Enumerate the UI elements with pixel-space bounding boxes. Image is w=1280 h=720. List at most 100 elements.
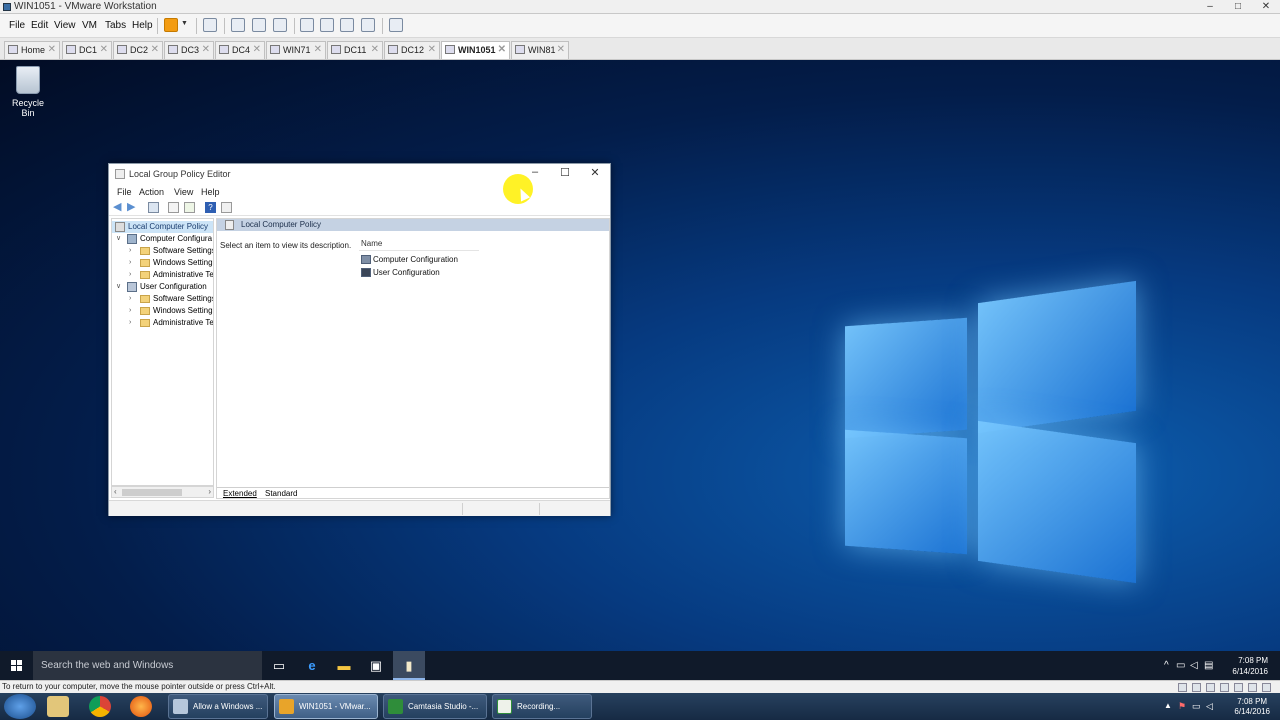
show-hide-tree-icon[interactable] (148, 202, 159, 213)
tab-dc1[interactable]: DC1 ✕ (62, 41, 112, 59)
show-action-pane-icon[interactable] (221, 202, 232, 213)
close-icon[interactable]: ✕ (498, 42, 506, 58)
show-hidden-icons-icon[interactable]: ▲ (1164, 701, 1172, 710)
full-screen-icon[interactable] (340, 18, 354, 32)
network-icon[interactable]: ▭ (1176, 660, 1185, 671)
start-button[interactable] (0, 651, 33, 680)
host-start-orb-icon[interactable] (4, 694, 36, 719)
properties-icon[interactable] (168, 202, 179, 213)
display-icon[interactable] (1262, 683, 1271, 692)
show-hidden-icons-icon[interactable]: ^ (1164, 660, 1169, 671)
chevron-down-icon[interactable]: ▼ (181, 20, 188, 27)
tab-dc2[interactable]: DC2 ✕ (113, 41, 163, 59)
gpe-menu-help[interactable]: Help (201, 187, 220, 197)
gpe-menu-view[interactable]: View (174, 187, 193, 197)
edge-browser-icon[interactable]: e (296, 651, 328, 680)
vmware-menu-tabs[interactable]: Tabs (105, 20, 126, 31)
snapshot-manager-icon[interactable] (273, 18, 287, 32)
gpe-titlebar[interactable]: Local Group Policy Editor – ☐ ✕ (109, 164, 610, 184)
host-task-button[interactable]: Recording... (492, 694, 592, 719)
send-ctrl-alt-del-icon[interactable] (203, 18, 217, 32)
action-center-icon[interactable]: ▤ (1204, 660, 1213, 671)
close-icon[interactable]: ✕ (202, 42, 210, 58)
expand-chevron-icon[interactable]: › (129, 305, 137, 317)
gpe-close-button[interactable]: ✕ (580, 166, 610, 182)
volume-icon[interactable]: ◁ (1190, 660, 1198, 671)
tab-dc4[interactable]: DC4 ✕ (215, 41, 265, 59)
pause-icon[interactable] (164, 18, 178, 32)
tab-win71[interactable]: WIN71 ✕ (266, 41, 326, 59)
tab-extended[interactable]: Extended (223, 489, 257, 498)
close-icon[interactable]: ✕ (151, 42, 159, 58)
gpe-menu-action[interactable]: Action (139, 187, 164, 197)
group-policy-editor-taskbar-icon[interactable]: ▮ (393, 651, 425, 680)
vmware-maximize-button[interactable]: □ (1224, 0, 1252, 14)
vmware-menu-vm[interactable]: VM (82, 20, 97, 31)
collapse-chevron-icon[interactable]: ∨ (116, 281, 124, 293)
host-task-button[interactable]: WIN1051 - VMwar... (274, 694, 378, 719)
file-explorer-icon[interactable]: ▬ (328, 651, 360, 680)
vmware-close-button[interactable]: ✕ (1252, 0, 1280, 14)
scroll-left-icon[interactable]: ‹ (114, 487, 117, 496)
close-icon[interactable]: ✕ (253, 42, 261, 58)
revert-snapshot-icon[interactable] (252, 18, 266, 32)
tab-win81[interactable]: WIN81 ✕ (511, 41, 569, 59)
thumbnail-bar-icon[interactable] (320, 18, 334, 32)
close-icon[interactable]: ✕ (428, 42, 436, 58)
tab-dc12[interactable]: DC12 ✕ (384, 41, 440, 59)
cd-drive-icon[interactable] (1192, 683, 1201, 692)
column-header-name[interactable]: Name (361, 239, 382, 248)
list-item[interactable]: User Configuration (361, 268, 440, 278)
expand-chevron-icon[interactable]: › (129, 317, 137, 329)
list-item[interactable]: Computer Configuration (361, 255, 458, 265)
vmware-minimize-button[interactable]: – (1196, 0, 1224, 14)
network-adapter-icon[interactable] (1206, 683, 1215, 692)
sound-card-icon[interactable] (1234, 683, 1243, 692)
help-icon[interactable]: ? (205, 202, 216, 213)
store-icon[interactable]: ▣ (360, 651, 392, 680)
scrollbar-thumb[interactable] (122, 489, 182, 496)
vmware-menu-file[interactable]: File (9, 20, 25, 31)
collapse-chevron-icon[interactable]: ∨ (116, 233, 124, 245)
recycle-bin[interactable]: Recycle Bin (6, 66, 50, 118)
flag-icon[interactable]: ⚑ (1178, 701, 1186, 712)
hard-disk-icon[interactable] (1178, 683, 1187, 692)
forward-arrow-icon[interactable]: ▶ (127, 202, 138, 213)
back-arrow-icon[interactable]: ◀ (113, 202, 124, 213)
scroll-right-icon[interactable]: › (208, 487, 211, 496)
tab-standard[interactable]: Standard (265, 489, 297, 498)
close-icon[interactable]: ✕ (100, 42, 108, 58)
library-icon[interactable] (300, 18, 314, 32)
printer-icon[interactable] (1248, 683, 1257, 692)
search-box[interactable]: Search the web and Windows (33, 651, 262, 680)
tab-home[interactable]: Home ✕ (4, 41, 60, 59)
expand-chevron-icon[interactable]: › (129, 257, 137, 269)
close-icon[interactable]: ✕ (557, 42, 565, 58)
close-icon[interactable]: ✕ (48, 42, 56, 58)
tab-win1051[interactable]: WIN1051 ✕ (441, 41, 510, 59)
unity-icon[interactable] (361, 18, 375, 32)
tree-root-item[interactable]: Local Computer Policy (112, 221, 213, 233)
expand-chevron-icon[interactable]: › (129, 293, 137, 305)
close-icon[interactable]: ✕ (371, 42, 379, 58)
gpe-maximize-button[interactable]: ☐ (550, 166, 580, 182)
vmware-menu-view[interactable]: View (54, 20, 76, 31)
vmware-menu-edit[interactable]: Edit (31, 20, 48, 31)
expand-chevron-icon[interactable]: › (129, 269, 137, 281)
close-icon[interactable]: ✕ (314, 42, 322, 58)
tree-horizontal-scrollbar[interactable]: ‹ › (111, 486, 214, 498)
host-task-button[interactable]: Allow a Windows ... (168, 694, 268, 719)
guest-clock[interactable]: 7:08 PM 6/14/2016 (1232, 655, 1268, 677)
snapshot-icon[interactable] (231, 18, 245, 32)
firefox-icon[interactable] (130, 696, 152, 717)
chrome-icon[interactable] (89, 696, 111, 717)
export-list-icon[interactable] (184, 202, 195, 213)
host-task-button[interactable]: Camtasia Studio -... (383, 694, 487, 719)
gpe-menu-file[interactable]: File (117, 187, 132, 197)
volume-icon[interactable]: ◁ (1206, 701, 1213, 712)
windows-explorer-icon[interactable] (47, 696, 69, 717)
usb-icon[interactable] (1220, 683, 1229, 692)
host-clock[interactable]: 7:08 PM 6/14/2016 (1234, 697, 1270, 717)
tab-dc3[interactable]: DC3 ✕ (164, 41, 214, 59)
vmware-menu-help[interactable]: Help (132, 20, 153, 31)
